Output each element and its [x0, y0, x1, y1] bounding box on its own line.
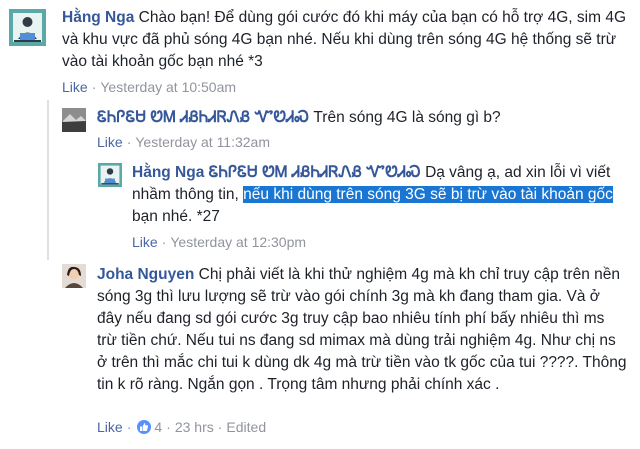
like-link[interactable]: Like: [132, 234, 158, 250]
comment-timestamp[interactable]: Yesterday at 12:30pm: [170, 234, 306, 250]
comment-mention[interactable]: ᏋᏂᎵᏋᏌ ᏬᎷ ᏗᏰᏂᏗᏒᏁᏰ ᏉᏬᏗᏍ: [209, 164, 421, 181]
avatar-hang-nga[interactable]: [98, 163, 122, 187]
meta-separator: ·: [126, 419, 132, 435]
comment-meta: Like · Yesterday at 10:50am: [62, 79, 236, 95]
edited-label[interactable]: Edited: [226, 419, 266, 435]
comment-author[interactable]: ᏋᏂᎵᏋᏌ ᏬᎷ ᏗᏰᏂᏗᏒᏁᏰ ᏉᏬᏗᏍ: [97, 109, 309, 126]
comment-body: Hằng Nga Chào bạn! Để dùng gói cước đó k…: [62, 7, 627, 73]
comment-meta: Like · Yesterday at 11:32am: [97, 134, 270, 150]
meta-separator: ·: [217, 419, 223, 435]
comment-body: Hằng Nga ᏋᏂᎵᏋᏌ ᏬᎷ ᏗᏰᏂᏗᏒᏁᏰ ᏉᏬᏗᏍ Dạ vâng ạ…: [132, 162, 627, 228]
comment-text-end: bạn nhé. *27: [132, 208, 220, 225]
like-link[interactable]: Like: [97, 134, 123, 150]
comment-author[interactable]: Hằng Nga: [132, 164, 204, 181]
highlighted-text: nếu khi dùng trên sóng 3G sẽ bị trừ vào …: [243, 186, 613, 203]
comment-timestamp[interactable]: Yesterday at 10:50am: [100, 79, 236, 95]
comment-author[interactable]: Joha Nguyen: [97, 266, 194, 283]
meta-separator: ·: [126, 134, 132, 150]
reaction-count[interactable]: 4: [154, 419, 162, 435]
avatar-hang-nga[interactable]: [9, 9, 46, 46]
comment-meta: Like · Yesterday at 12:30pm: [132, 234, 306, 250]
comment-joha-nguyen: Joha Nguyen Chị phải viết là khi thử ngh…: [0, 260, 640, 449]
comment-text: Trên sóng 4G là sóng gì b?: [313, 109, 501, 126]
avatar-fancy-user[interactable]: [62, 108, 86, 132]
meta-separator: ·: [91, 79, 97, 95]
avatar-agent-image: [98, 163, 122, 187]
avatar-agent-image: [9, 9, 46, 46]
avatar-landscape-image: [62, 108, 86, 132]
comment-body: ᏋᏂᎵᏋᏌ ᏬᎷ ᏗᏰᏂᏗᏒᏁᏰ ᏉᏬᏗᏍ Trên sóng 4G là só…: [97, 107, 627, 129]
like-link[interactable]: Like: [62, 79, 88, 95]
meta-separator: ·: [161, 234, 167, 250]
comment-body: Joha Nguyen Chị phải viết là khi thử ngh…: [97, 264, 627, 396]
comment-reply-fancy-name: ᏋᏂᎵᏋᏌ ᏬᎷ ᏗᏰᏂᏗᏒᏁᏰ ᏉᏬᏗᏍ Trên sóng 4G là só…: [0, 100, 640, 156]
comment-text: Chào bạn! Để dùng gói cước đó khi máy củ…: [62, 9, 626, 70]
comment-text: Chị phải viết là khi thử nghiệm 4g mà kh…: [97, 266, 627, 393]
comment-hang-nga-2: Hằng Nga ᏋᏂᎵᏋᏌ ᏬᎷ ᏗᏰᏂᏗᏒᏁᏰ ᏉᏬᏗᏍ Dạ vâng ạ…: [0, 156, 640, 260]
comment-timestamp[interactable]: Yesterday at 11:32am: [135, 134, 270, 150]
avatar-photo-image: [62, 264, 86, 288]
comment-hang-nga-1: Hằng Nga Chào bạn! Để dùng gói cước đó k…: [0, 0, 640, 100]
avatar-joha-nguyen[interactable]: [62, 264, 86, 288]
thumbs-up-icon[interactable]: [137, 420, 152, 434]
meta-separator: ·: [166, 419, 171, 435]
like-link[interactable]: Like: [97, 419, 123, 435]
comment-author[interactable]: Hằng Nga: [62, 9, 134, 26]
comment-timestamp[interactable]: 23 hrs: [175, 419, 214, 435]
comment-meta: Like · 4 · 23 hrs · Edited: [97, 419, 266, 435]
